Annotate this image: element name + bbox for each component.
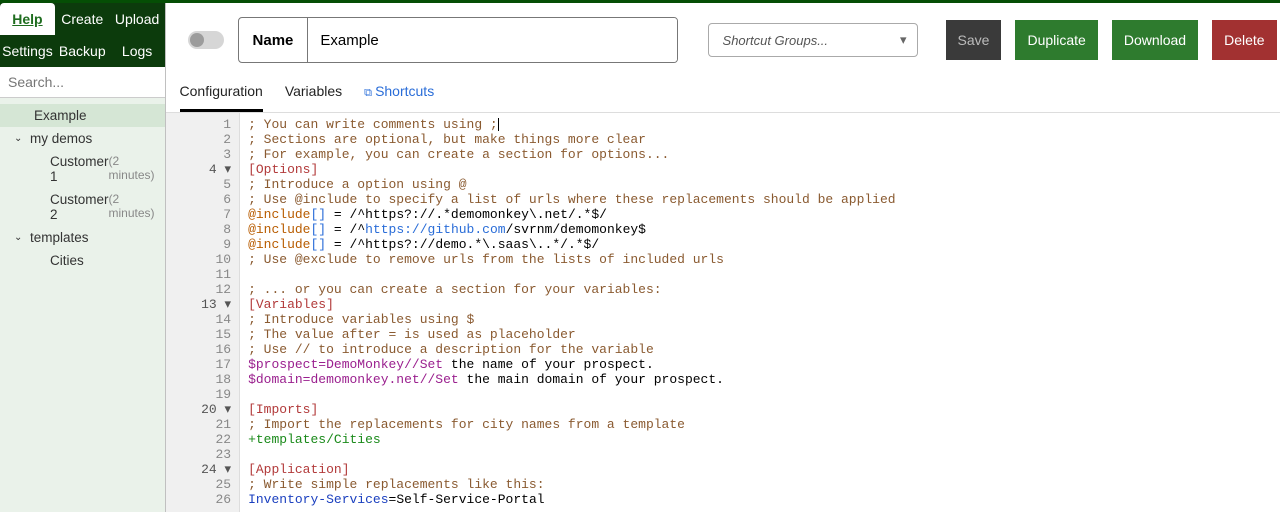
tree-group-templates[interactable]: ⌄ templates [0,226,165,249]
nav-upload[interactable]: Upload [110,3,165,35]
save-button[interactable]: Save [946,20,1002,60]
line-gutter: 1 2 3 4 ▾ 5 6 7 8 9 10 11 12 13 ▾ 14 15 … [166,113,241,512]
code-content[interactable]: ; You can write comments using ; ; Secti… [240,113,1280,512]
tree-group-my-demos[interactable]: ⌄ my demos [0,127,165,150]
shortcut-groups-dropdown[interactable]: Shortcut Groups... [708,23,918,57]
tree-item-meta: (2 minutes) [109,154,155,184]
sidebar: Help Create Upload Settings Backup Logs … [0,3,166,512]
nav-backup[interactable]: Backup [55,35,110,67]
chevron-down-icon: ⌄ [14,232,24,243]
nav-help[interactable]: Help [0,3,55,35]
download-button[interactable]: Download [1112,20,1198,60]
duplicate-button[interactable]: Duplicate [1015,20,1097,60]
tree-item-customer-2[interactable]: Customer 2 (2 minutes) [0,188,165,226]
nav-create[interactable]: Create [55,3,110,35]
name-label: Name [239,18,309,62]
name-input[interactable] [308,18,676,62]
tree-item-label: Customer 1 [50,154,109,184]
tab-variables[interactable]: Variables [285,75,342,112]
top-bar: Name Shortcut Groups... Save Duplicate D… [166,3,1280,75]
search-input[interactable] [0,67,165,98]
tree-item-cities[interactable]: Cities [0,249,165,272]
tree-group-label: templates [30,230,89,245]
code-editor[interactable]: 1 2 3 4 ▾ 5 6 7 8 9 10 11 12 13 ▾ 14 15 … [166,113,1280,512]
nav-settings[interactable]: Settings [0,35,55,67]
delete-button[interactable]: Delete [1212,20,1276,60]
enable-toggle[interactable] [188,31,224,49]
chevron-down-icon: ⌄ [14,133,24,144]
tree-item-meta: (2 minutes) [109,192,155,222]
tree-item-customer-1[interactable]: Customer 1 (2 minutes) [0,150,165,188]
config-tree: Example ⌄ my demos Customer 1 (2 minutes… [0,98,165,278]
tab-shortcuts[interactable]: Shortcuts [364,75,434,112]
tree-group-label: my demos [30,131,92,146]
tree-item-example[interactable]: Example [0,104,165,127]
tab-bar: Configuration Variables Shortcuts [166,75,1280,113]
top-nav: Help Create Upload Settings Backup Logs [0,3,165,67]
tree-item-label: Customer 2 [50,192,109,222]
nav-logs[interactable]: Logs [110,35,165,67]
name-field: Name [238,17,678,63]
tab-configuration[interactable]: Configuration [180,75,263,112]
tree-item-label: Cities [50,253,84,268]
main-panel: Name Shortcut Groups... Save Duplicate D… [166,3,1280,512]
